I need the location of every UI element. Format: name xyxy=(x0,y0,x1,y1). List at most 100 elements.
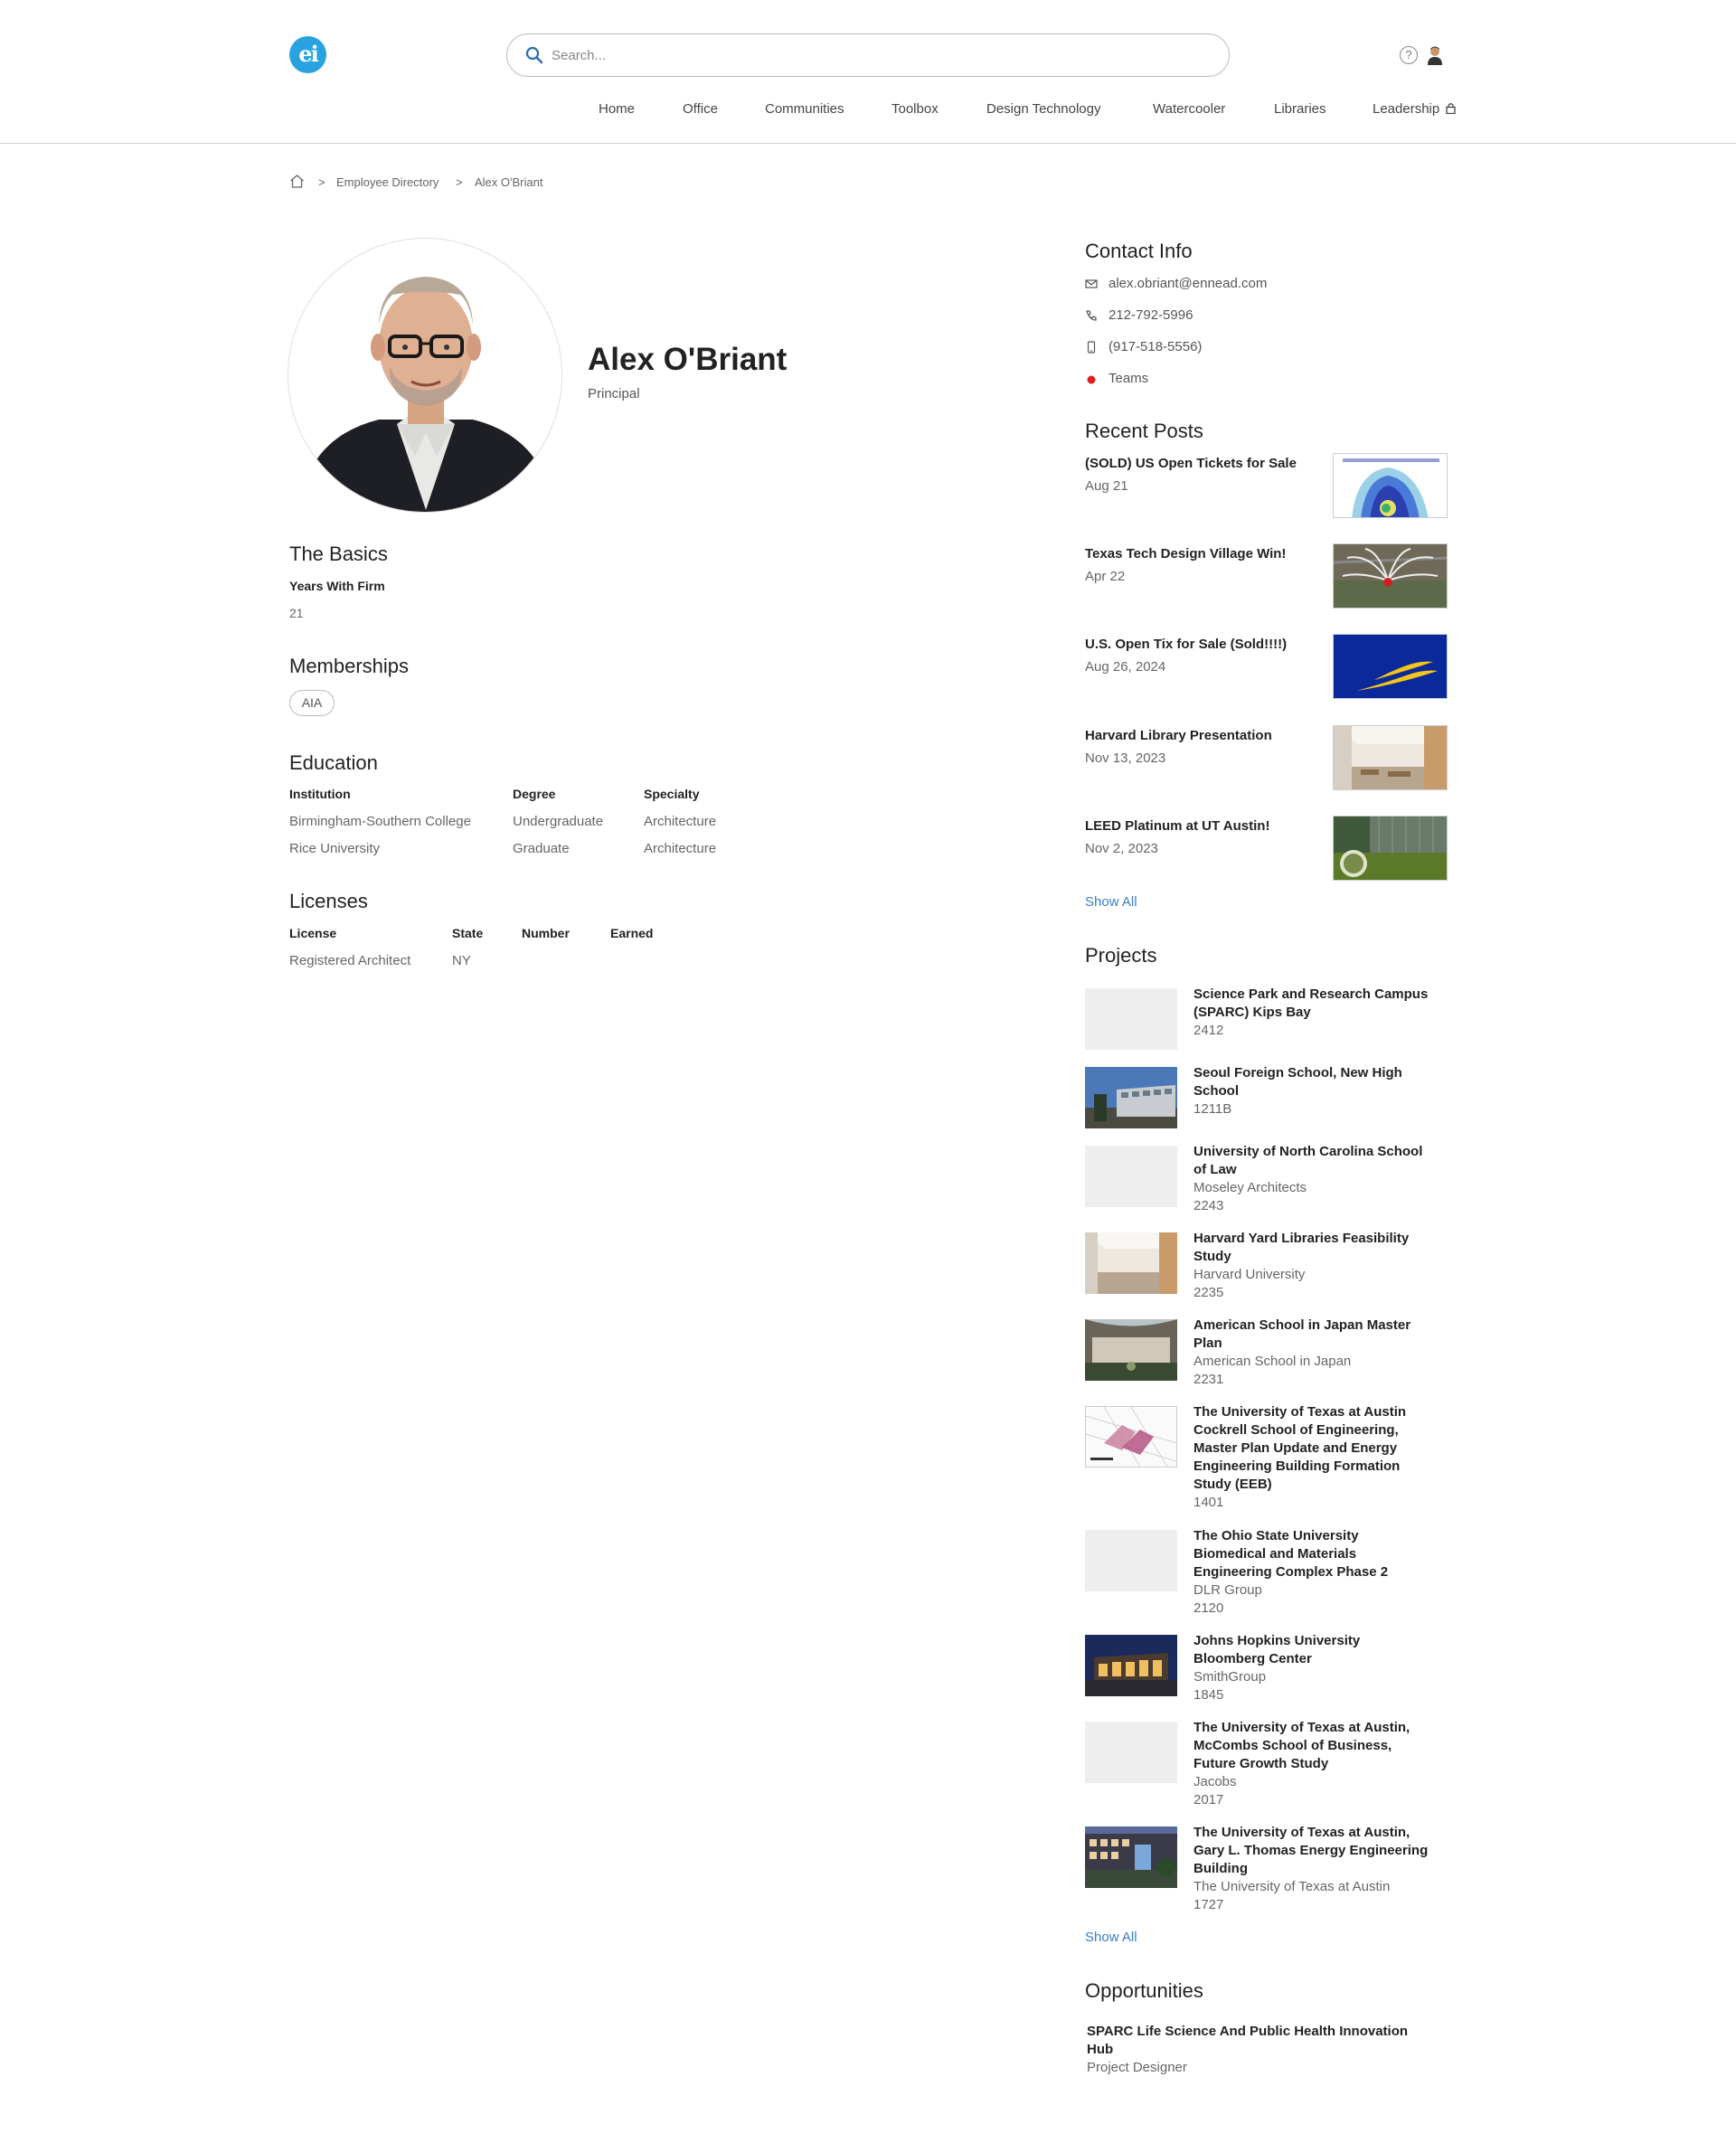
project-thumbnail[interactable] xyxy=(1085,988,1177,1050)
recent-posts-heading: Recent Posts xyxy=(1085,420,1203,442)
nav-design-technology[interactable]: Design Technology xyxy=(986,101,1100,117)
membership-badge: AIA xyxy=(289,690,335,716)
project-number: 2235 xyxy=(1194,1285,1224,1300)
posts-show-all-link[interactable]: Show All xyxy=(1085,894,1137,910)
project-client: Moseley Architects xyxy=(1194,1180,1307,1195)
project-number: 1727 xyxy=(1194,1897,1224,1912)
project-thumbnail[interactable] xyxy=(1085,1826,1177,1888)
basics-heading: The Basics xyxy=(289,543,388,565)
education-cell: Architecture xyxy=(644,814,717,829)
nav-watercooler[interactable]: Watercooler xyxy=(1153,101,1225,117)
project-number: 1211B xyxy=(1194,1101,1232,1117)
home-icon[interactable] xyxy=(289,175,305,188)
contact-phone-text: 212-792-5996 xyxy=(1109,307,1194,323)
license-cell: Registered Architect xyxy=(289,953,411,968)
post-date: Nov 13, 2023 xyxy=(1085,750,1166,766)
project-number: 2120 xyxy=(1194,1600,1224,1616)
licenses-col-number: Number xyxy=(522,926,570,940)
profile-name: Alex O'Briant xyxy=(588,342,788,377)
contact-mobile-text: (917-518-5556) xyxy=(1109,339,1203,354)
mail-icon xyxy=(1085,279,1098,288)
post-thumbnail[interactable] xyxy=(1333,725,1448,790)
years-with-firm-label: Years With Firm xyxy=(289,579,385,593)
project-title[interactable]: The University of Texas at Austin, McCom… xyxy=(1194,1719,1433,1773)
help-icon[interactable]: ? xyxy=(1400,46,1418,64)
profile-title: Principal xyxy=(588,386,640,401)
licenses-heading: Licenses xyxy=(289,890,368,912)
project-thumbnail[interactable] xyxy=(1085,1530,1177,1591)
breadcrumb-employee-directory[interactable]: Employee Directory xyxy=(336,175,439,189)
project-title[interactable]: The University of Texas at Austin, Gary … xyxy=(1194,1824,1433,1878)
post-date: Aug 21 xyxy=(1085,478,1128,494)
search-bar[interactable]: Search... xyxy=(506,33,1230,77)
project-title[interactable]: Johns Hopkins University Bloomberg Cente… xyxy=(1194,1632,1433,1668)
post-thumbnail[interactable] xyxy=(1333,543,1448,609)
phone-icon xyxy=(1086,310,1097,321)
breadcrumb-current: Alex O'Briant xyxy=(475,175,543,189)
post-date: Apr 22 xyxy=(1085,569,1126,584)
licenses-col-earned: Earned xyxy=(610,926,654,940)
nav-toolbox[interactable]: Toolbox xyxy=(892,101,939,117)
mobile-phone-icon xyxy=(1087,341,1096,354)
project-number: 2412 xyxy=(1194,1023,1224,1038)
project-number: 2243 xyxy=(1194,1198,1224,1213)
education-cell: Undergraduate xyxy=(513,814,604,829)
project-thumbnail[interactable] xyxy=(1085,1319,1177,1381)
projects-heading: Projects xyxy=(1085,944,1157,967)
post-title[interactable]: U.S. Open Tix for Sale (Sold!!!!) xyxy=(1085,637,1287,652)
license-cell: NY xyxy=(452,953,471,968)
project-client: The University of Texas at Austin xyxy=(1194,1879,1391,1894)
project-title[interactable]: Science Park and Research Campus (SPARC)… xyxy=(1194,986,1433,1022)
projects-show-all-link[interactable]: Show All xyxy=(1085,1930,1137,1945)
education-col-institution: Institution xyxy=(289,787,351,801)
project-client: Jacobs xyxy=(1194,1774,1237,1789)
project-title[interactable]: University of North Carolina School of L… xyxy=(1194,1143,1433,1179)
logo[interactable]: ei xyxy=(289,36,326,73)
project-title[interactable]: Seoul Foreign School, New High School xyxy=(1194,1064,1433,1100)
nav-office[interactable]: Office xyxy=(683,101,718,117)
nav-leadership[interactable]: Leadership xyxy=(1373,101,1457,117)
post-title[interactable]: Harvard Library Presentation xyxy=(1085,728,1272,743)
site-header: ei Search... ? Home Office Communities T… xyxy=(0,0,1736,144)
post-date: Aug 26, 2024 xyxy=(1085,659,1166,675)
education-cell: Graduate xyxy=(513,841,570,856)
project-client: American School in Japan xyxy=(1194,1354,1352,1369)
project-thumbnail[interactable] xyxy=(1085,1067,1177,1128)
search-icon xyxy=(525,46,543,64)
project-thumbnail[interactable] xyxy=(1085,1232,1177,1294)
years-with-firm-value: 21 xyxy=(289,606,304,620)
search-input[interactable]: Search... xyxy=(552,48,606,63)
education-cell: Architecture xyxy=(644,841,717,856)
post-title[interactable]: Texas Tech Design Village Win! xyxy=(1085,546,1286,562)
education-heading: Education xyxy=(289,751,378,774)
opportunity-title[interactable]: SPARC Life Science And Public Health Inn… xyxy=(1087,2023,1430,2059)
nav-communities[interactable]: Communities xyxy=(765,101,844,117)
opportunity-role: Project Designer xyxy=(1087,2060,1187,2075)
post-thumbnail[interactable] xyxy=(1333,634,1448,699)
education-cell: Birmingham-Southern College xyxy=(289,814,471,829)
post-title[interactable]: (SOLD) US Open Tickets for Sale xyxy=(1085,456,1297,471)
post-title[interactable]: LEED Platinum at UT Austin! xyxy=(1085,818,1269,834)
licenses-col-state: State xyxy=(452,926,484,940)
opportunities-heading: Opportunities xyxy=(1085,1979,1203,2002)
project-thumbnail[interactable] xyxy=(1085,1406,1177,1468)
project-thumbnail[interactable] xyxy=(1085,1722,1177,1783)
project-title[interactable]: The Ohio State University Biomedical and… xyxy=(1194,1527,1433,1581)
project-thumbnail[interactable] xyxy=(1085,1635,1177,1696)
nav-libraries[interactable]: Libraries xyxy=(1274,101,1326,117)
user-avatar-icon[interactable] xyxy=(1427,45,1443,65)
contact-heading: Contact Info xyxy=(1085,240,1193,262)
project-title[interactable]: American School in Japan Master Plan xyxy=(1194,1317,1433,1353)
contact-email-text: alex.obriant@ennead.com xyxy=(1109,276,1268,291)
main-nav: Home Office Communities Toolbox Design T… xyxy=(0,101,1736,121)
project-title[interactable]: Harvard Yard Libraries Feasibility Study xyxy=(1194,1230,1433,1266)
project-number: 1401 xyxy=(1194,1495,1224,1510)
nav-home[interactable]: Home xyxy=(599,101,635,117)
project-thumbnail[interactable] xyxy=(1085,1146,1177,1207)
post-thumbnail[interactable] xyxy=(1333,453,1448,518)
project-title[interactable]: The University of Texas at Austin Cockre… xyxy=(1194,1403,1433,1494)
contact-teams-text: Teams xyxy=(1109,371,1149,386)
post-thumbnail[interactable] xyxy=(1333,816,1448,881)
lock-icon xyxy=(1446,103,1457,115)
breadcrumb-separator: > xyxy=(456,175,463,189)
